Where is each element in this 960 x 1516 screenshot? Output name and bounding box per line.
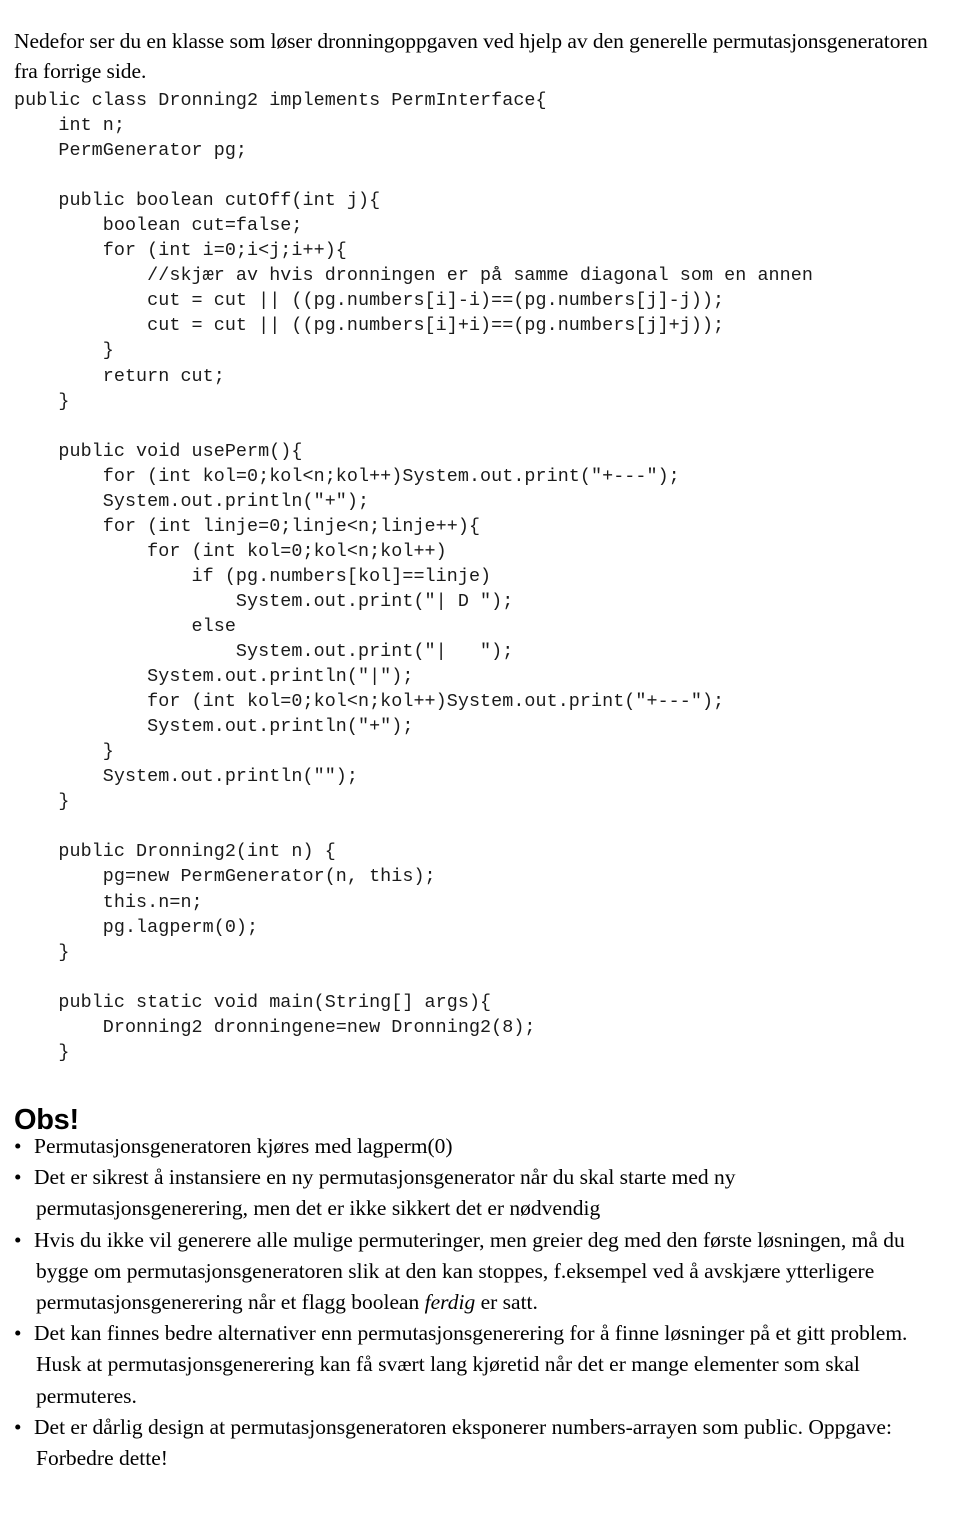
bullet-icon: • <box>14 1227 22 1252</box>
code-line: } <box>14 390 70 412</box>
code-line: return cut; <box>14 365 225 387</box>
code-line: boolean cut=false; <box>14 215 303 237</box>
code-line: System.out.println("+"); <box>14 490 370 512</box>
code-line: System.out.println(""); <box>14 766 358 788</box>
code-line: } <box>14 791 70 813</box>
note-note-alternativer: • Det kan finnes bedre alternativer enn p… <box>0 1318 960 1412</box>
code-line: else <box>14 615 236 637</box>
note-text: Det kan finnes bedre alternativer enn pe… <box>34 1321 908 1408</box>
code-line: System.out.print("| "); <box>14 641 514 663</box>
code-line: this.n=n; <box>14 891 203 913</box>
document-page: Nedefor ser du en klasse som løser dronn… <box>0 0 960 1516</box>
note-note-design: • Det er dårlig design at permutasjonsgen… <box>0 1412 960 1474</box>
code-line: System.out.print("| D "); <box>14 590 514 612</box>
code-line: public boolean cutOff(int j){ <box>14 190 381 212</box>
code-line: for (int i=0;i<j;i++){ <box>14 240 347 262</box>
code-line: cut = cut || ((pg.numbers[i]-i)==(pg.num… <box>14 290 725 312</box>
code-line: } <box>14 340 114 362</box>
code-line: public Dronning2(int n) { <box>14 841 336 863</box>
notes-list: • Permutasjonsgeneratoren kjøres med lagp… <box>0 1131 960 1474</box>
code-line: for (int kol=0;kol<n;kol++)System.out.pr… <box>14 465 680 487</box>
code-line: pg=new PermGenerator(n, this); <box>14 866 436 888</box>
bullet-icon: • <box>14 1165 22 1190</box>
java-code-block: public class Dronning2 implements PermIn… <box>14 88 960 1065</box>
note-text: Det er sikrest å instansiere en ny permu… <box>34 1165 736 1221</box>
code-line: pg.lagperm(0); <box>14 916 259 938</box>
code-line: } <box>14 1041 70 1063</box>
code-line: PermGenerator pg; <box>14 140 248 162</box>
note-note-stoppe: • Hvis du ikke vil generere alle mulige p… <box>0 1225 960 1319</box>
code-line: if (pg.numbers[kol]==linje) <box>14 565 492 587</box>
note-text: Det er dårlig design at permutasjonsgene… <box>34 1414 892 1471</box>
code-line: for (int linje=0;linje<n;linje++){ <box>14 515 481 537</box>
code-line: for (int kol=0;kol<n;kol++)System.out.pr… <box>14 691 725 713</box>
code-line: System.out.println("+"); <box>14 716 414 738</box>
code-line: public class Dronning2 implements PermIn… <box>14 90 547 111</box>
intro-paragraph: Nedefor ser du en klasse som løser dronn… <box>14 28 928 83</box>
code-line: public void usePerm(){ <box>14 440 303 462</box>
code-line: } <box>14 941 70 963</box>
code-line: } <box>14 741 114 763</box>
code-line: //skjær av hvis dronningen er på samme d… <box>14 265 813 287</box>
bullet-icon: • <box>14 1414 22 1439</box>
bullet-icon: • <box>14 1134 22 1158</box>
code-line: cut = cut || ((pg.numbers[i]+i)==(pg.num… <box>14 315 725 337</box>
note-note-lagperm: • Permutasjonsgeneratoren kjøres med lagp… <box>0 1131 960 1162</box>
code-line: public static void main(String[] args){ <box>14 991 492 1013</box>
note-note-instansiere: • Det er sikrest å instansiere en ny perm… <box>0 1162 960 1224</box>
note-text: Hvis du ikke vil generere alle mulige pe… <box>34 1227 905 1315</box>
code-line: int n; <box>14 115 125 137</box>
note-text: Permutasjonsgeneratoren kjøres med lagpe… <box>34 1134 453 1158</box>
code-line: Dronning2 dronningene=new Dronning2(8); <box>14 1016 536 1038</box>
code-line: for (int kol=0;kol<n;kol++) <box>14 540 447 562</box>
code-line: System.out.println("|"); <box>14 666 414 688</box>
bullet-icon: • <box>14 1321 22 1346</box>
